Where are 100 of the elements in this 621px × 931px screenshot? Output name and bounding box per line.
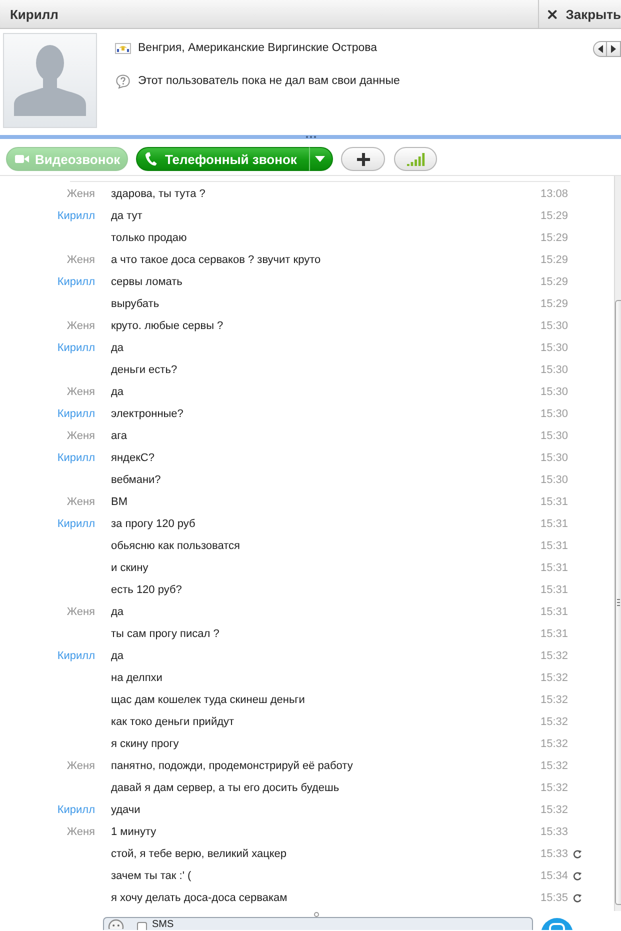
message-text: удачи [111,804,140,816]
sender-name: Женя [66,430,95,442]
sender-name: Кирилл [57,276,95,288]
sender-name: Кирилл [57,452,95,464]
message-text: зачем ты так :' ( [111,870,192,882]
sms-checkbox[interactable] [137,922,147,930]
sender-name: Женя [66,254,95,266]
sender-name: Женя [66,188,95,200]
message-time: 15:32 [540,804,568,816]
message-time: 15:30 [540,364,568,376]
message-time: 15:29 [540,210,568,222]
sms-label: SMS [152,919,174,930]
message-time: 13:08 [540,188,568,200]
message-text: обьясню как пользоватся [111,540,240,552]
message-text: и скину [111,562,148,574]
message-text: за прогу 120 руб [111,518,196,530]
message-text: а что такое доса серваков ? звучит круто [111,254,321,266]
previous-button[interactable] [593,41,607,57]
location-text: Венгрия, Американские Виргинские Острова [138,42,378,54]
message-text: яндекС? [111,452,154,464]
message-text: деньги есть? [111,364,178,376]
sender-name: Кирилл [57,210,95,222]
message-text: только продаю [111,232,187,244]
close-button[interactable]: Закрыть [538,0,621,28]
message-time: 15:30 [540,430,568,442]
sender-name: Женя [66,826,95,838]
message-text: я скину прогу [111,738,179,750]
message-time: 15:31 [540,518,568,530]
message-text: щас дам кошелек туда скинеш деньги [111,694,305,706]
signal-bars-icon [406,152,424,166]
sender-name: Кирилл [57,408,95,420]
message-text: вебмани? [111,474,161,486]
sender-name: Женя [66,496,95,508]
caret-icon [315,156,325,162]
message-text: ага [111,430,128,442]
scrollbar-thumb[interactable] [615,300,621,905]
message-time: 15:32 [540,782,568,794]
message-time: 15:32 [540,694,568,706]
message-time: 15:31 [540,496,568,508]
message-text: да [111,386,124,398]
message-time: 15:32 [540,650,568,662]
message-text: ВМ [111,496,128,508]
phone-call-button[interactable]: Телефонный звонок [136,147,309,171]
message-text: есть 120 руб? [111,584,182,596]
message-time: 15:31 [540,628,568,640]
profile-notice: Этот пользователь пока не дал вам свои данные [138,75,400,87]
message-time: 15:31 [540,562,568,574]
message-text: вырубать [111,298,160,310]
message-time: 15:29 [540,232,568,244]
next-button[interactable] [607,41,621,57]
message-time: 15:30 [540,474,568,486]
sender-name: Женя [66,320,95,332]
message-text: да [111,606,124,618]
message-time: 15:30 [540,408,568,420]
call-quality-button[interactable] [394,147,437,171]
message-text: круто. любые сервы ? [111,320,224,332]
message-text: давай я дам сервер, а ты его досить будешь [111,782,340,794]
phone-icon [145,152,157,166]
message-text: 1 минуту [111,826,156,838]
message-time: 15:32 [540,716,568,728]
message-time: 15:30 [540,342,568,354]
question-bubble-icon [115,74,131,88]
message-time: 15:33 [540,848,568,860]
message-text: электронные? [111,408,184,420]
sender-name: Женя [66,760,95,772]
message-text: панятно, подожди, продемонстрируй её работу [111,760,353,772]
message-text: сервы ломать [111,276,182,288]
flag-icon [115,42,131,54]
message-time: 15:31 [540,584,568,596]
camera-icon [15,154,29,164]
message-text: да [111,650,124,662]
message-time: 15:32 [540,760,568,772]
call-options-button[interactable] [309,147,333,171]
sender-name: Кирилл [57,650,95,662]
contact-name: Кирилл [10,6,58,22]
message-input[interactable]: SMS [103,917,533,930]
message-time: 15:31 [540,606,568,618]
sender-name: Кирилл [57,804,95,816]
resize-handle-icon[interactable] [314,912,319,916]
right-arrow-icon [611,45,616,53]
message-text: да [111,342,124,354]
sender-name: Кирилл [57,342,95,354]
message-text: я хочу делать доса-доса сервакам [111,892,288,904]
add-button[interactable] [341,147,385,171]
message-time: 15:30 [540,452,568,464]
message-text: ты сам прогу писал ? [111,628,220,640]
plus-icon [356,152,370,166]
message-text: как токо деньги прийдут [111,716,234,728]
send-button[interactable] [541,918,573,930]
sender-name: Женя [66,386,95,398]
message-time: 15:32 [540,672,568,684]
message-text: стой, я тебе верю, великий хацкер [111,848,287,860]
message-time: 15:30 [540,320,568,332]
message-time: 15:29 [540,254,568,266]
message-text: здарова, ты тута ? [111,188,206,200]
sender-name: Кирилл [57,518,95,530]
close-icon [548,10,557,18]
message-text: да тут [111,210,142,222]
left-arrow-icon [598,45,602,53]
message-time: 15:32 [540,738,568,750]
